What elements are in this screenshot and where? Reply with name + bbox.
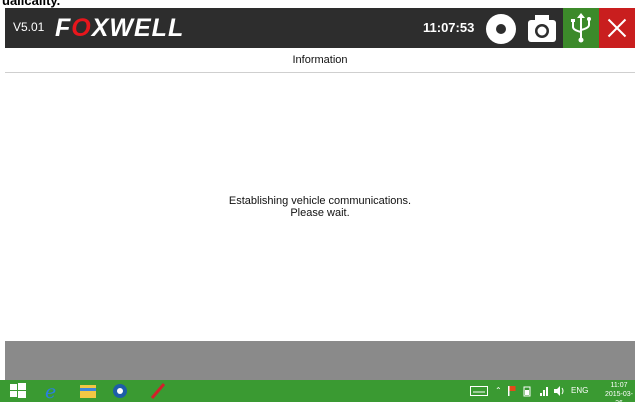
page-header: Information — [5, 48, 635, 73]
close-button[interactable] — [599, 8, 635, 48]
pen-tool-icon[interactable] — [148, 382, 168, 400]
battery-icon[interactable] — [523, 385, 531, 397]
taskbar-clock[interactable]: 11:07 2015-03-26 — [603, 381, 635, 408]
usb-connection-button[interactable] — [563, 8, 599, 48]
version-label: V5.01 — [13, 20, 45, 34]
logo-letters-xwell: XWELL — [91, 14, 185, 42]
partial-heading: ualicality. — [0, 0, 635, 8]
screenshot-button[interactable] — [525, 12, 559, 46]
page-title: Information — [292, 54, 348, 66]
internet-explorer-icon[interactable]: e — [42, 382, 62, 400]
signal-strength-icon[interactable] — [539, 386, 549, 396]
foxwell-app-window: V5.01 FOXWELL 11:07:53 Information Estab… — [5, 8, 635, 380]
bottom-toolbar — [5, 341, 635, 380]
taskbar-date: 2015-03-26 — [604, 391, 634, 407]
taskbar-time: 11:07 — [610, 382, 628, 389]
keyboard-icon[interactable] — [470, 386, 488, 396]
camera-icon — [528, 15, 556, 42]
status-message: Establishing vehicle communications. Ple… — [5, 195, 635, 219]
file-explorer-icon[interactable] — [78, 382, 98, 400]
status-line-2: Please wait. — [290, 207, 350, 219]
partial-heading-text: ualicality. — [2, 0, 61, 8]
language-indicator[interactable]: ENG — [571, 380, 588, 402]
windows-start-icon[interactable] — [8, 382, 28, 400]
logo-letter-o: O — [71, 14, 92, 42]
usb-icon — [571, 13, 591, 43]
foxwell-logo: FOXWELL — [55, 14, 184, 43]
action-center-flag-icon[interactable] — [507, 385, 517, 397]
foxwell-app-icon[interactable] — [112, 382, 132, 400]
clock: 11:07:53 — [423, 20, 475, 35]
volume-icon[interactable] — [553, 385, 565, 397]
title-bar: V5.01 FOXWELL 11:07:53 — [5, 8, 635, 48]
status-line-1: Establishing vehicle communications. — [228, 195, 412, 207]
windows-taskbar: e ⌃ ENG 11:07 2015-03-26 — [0, 380, 635, 407]
svg-text:e: e — [45, 382, 56, 400]
logo-letter-f: F — [55, 14, 72, 42]
record-button[interactable] — [486, 14, 516, 44]
show-hidden-icons-icon[interactable]: ⌃ — [495, 380, 502, 402]
